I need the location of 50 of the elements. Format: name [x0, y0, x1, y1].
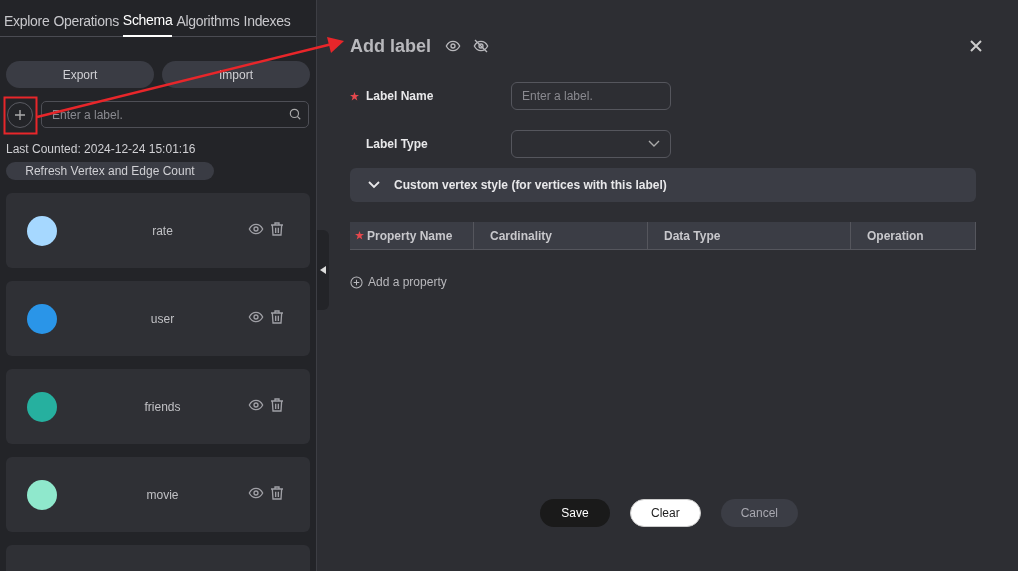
action-button[interactable]: Export — [6, 61, 154, 88]
eye-icon[interactable] — [248, 485, 264, 501]
plus-circle-icon — [350, 275, 363, 289]
label-card[interactable]: friends — [6, 369, 310, 444]
search-icon[interactable] — [288, 107, 302, 121]
label-name: rate — [151, 222, 174, 240]
label-name-field[interactable]: Enter a label. — [511, 82, 671, 110]
close-button[interactable] — [970, 40, 982, 52]
label-name: movie — [145, 486, 180, 504]
trash-icon[interactable] — [269, 485, 285, 501]
eye-icon[interactable] — [248, 397, 264, 413]
trash-icon[interactable] — [269, 309, 285, 325]
tab[interactable]: Explore — [4, 0, 50, 37]
label-card[interactable]: rate — [6, 193, 310, 268]
style-section-header[interactable]: Custom vertex style (for vertices with this label) — [350, 168, 976, 202]
eye-off-icon[interactable] — [473, 38, 489, 54]
last-counted-text: Last Counted: 2024-12-24 15:01:16 — [5, 141, 197, 158]
eye-icon[interactable] — [248, 309, 264, 325]
field-label: Label Type — [366, 136, 428, 153]
tab[interactable]: Algorithms — [176, 0, 240, 37]
tab[interactable]: Indexes — [243, 0, 291, 37]
column-title: Operation — [867, 227, 924, 245]
field-label: Label Name — [366, 88, 434, 105]
caret-icon — [320, 266, 326, 274]
trash-icon[interactable] — [269, 221, 285, 237]
action-button[interactable]: Import — [162, 61, 310, 88]
label-card[interactable]: movie — [6, 457, 310, 532]
column-title: Property Name — [367, 227, 453, 245]
trash-icon[interactable] — [269, 397, 285, 413]
chevron-icon — [648, 140, 660, 148]
close-icon — [970, 40, 982, 52]
eye-icon[interactable] — [445, 38, 461, 54]
dialog-button[interactable]: Save — [539, 499, 610, 527]
label-card[interactable]: user — [6, 281, 310, 356]
eye-icon[interactable] — [248, 221, 264, 237]
collapse-handle[interactable] — [317, 230, 329, 310]
search-field[interactable]: Enter a label. — [41, 101, 309, 128]
column-title: Cardinality — [490, 227, 552, 245]
dialog-button[interactable]: Clear — [629, 499, 701, 527]
label-name: user — [149, 310, 176, 328]
plus-icon — [14, 108, 26, 121]
dialog-button[interactable]: Cancel — [720, 499, 798, 527]
dialog-title: Add label — [350, 34, 431, 58]
column-title: Data Type — [664, 227, 721, 245]
refresh-button[interactable]: Refresh Vertex and Edge Count — [6, 162, 214, 180]
add-property-link[interactable]: Add a property — [350, 273, 447, 291]
tab[interactable]: Operations — [53, 0, 119, 37]
label-name: friends — [143, 398, 182, 416]
chevron-icon — [368, 181, 380, 189]
tab[interactable]: Schema — [122, 0, 173, 37]
